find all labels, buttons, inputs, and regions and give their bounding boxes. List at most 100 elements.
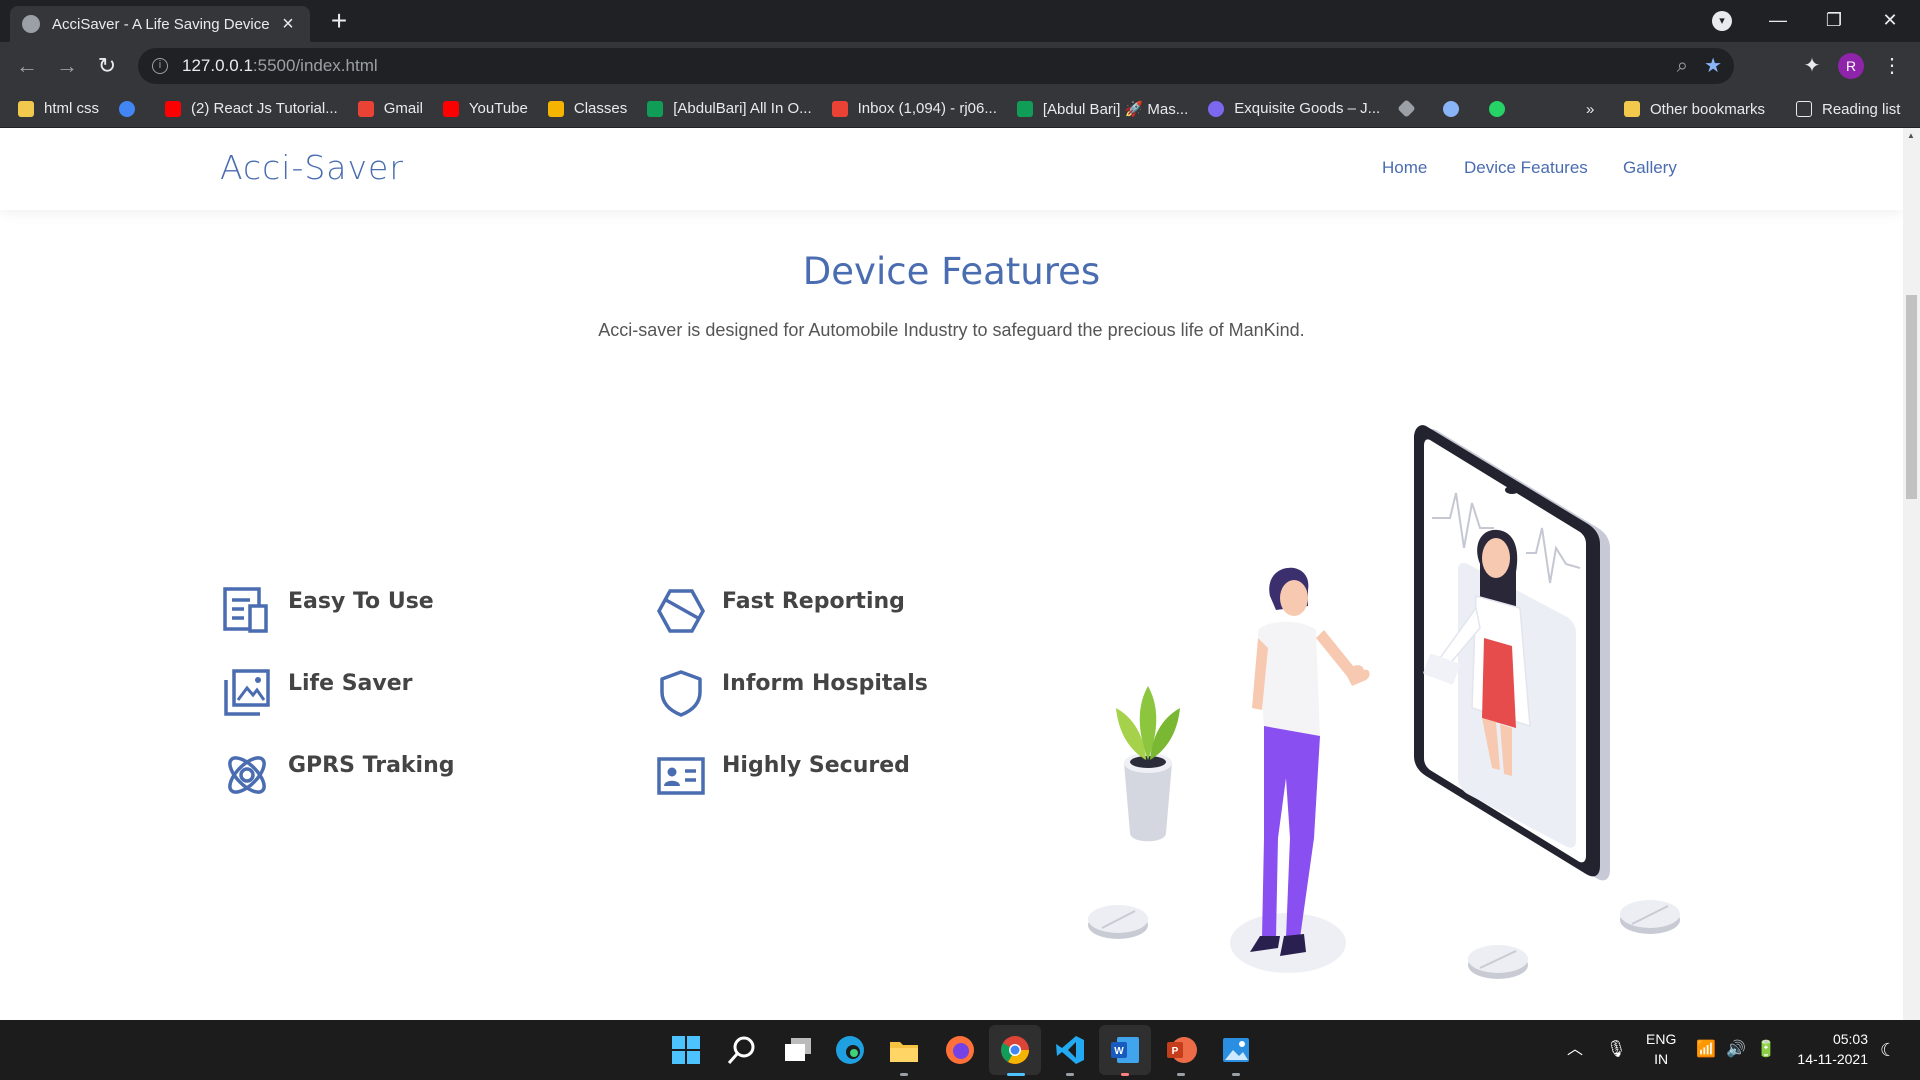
bookmark-item[interactable]: (2) React Js Tutorial... — [165, 100, 338, 117]
scroll-up-icon[interactable]: ▲ — [1907, 131, 1916, 140]
page-scrollbar[interactable]: ▲ — [1903, 128, 1920, 1020]
tray-overflow-icon[interactable]: ︿ — [1567, 1020, 1583, 1080]
bookmark-item[interactable] — [1397, 99, 1423, 118]
microphone-icon[interactable]: 🎙 — [1606, 1020, 1626, 1080]
feature-label: Highly Secured — [722, 753, 910, 778]
taskbar-running-dot — [1066, 1073, 1074, 1076]
language-indicator[interactable]: ENG IN — [1646, 1029, 1676, 1069]
bookmark-item[interactable] — [119, 100, 145, 117]
feature-highly-secured: Highly Secured — [656, 750, 910, 800]
drive-icon — [1016, 100, 1033, 117]
whatsapp-icon — [1489, 100, 1506, 117]
powerpoint-icon[interactable]: P — [1165, 1034, 1197, 1066]
other-bookmarks[interactable]: Other bookmarks — [1624, 90, 1765, 128]
bookmarks-bar: html css (2) React Js Tutorial... Gmail … — [0, 90, 1920, 128]
section-title: Device Features — [802, 250, 1101, 293]
extensions-icon[interactable]: ✦ — [1797, 51, 1827, 81]
battery-icon[interactable]: 🔋 — [1756, 1020, 1776, 1080]
bookmark-label: html css — [44, 100, 100, 117]
feature-easy-to-use: Easy To Use — [222, 586, 434, 636]
volume-icon[interactable]: 🔊 — [1726, 1020, 1746, 1080]
photos-icon[interactable] — [1220, 1034, 1252, 1066]
feature-label: Inform Hospitals — [722, 671, 928, 696]
scroll-thumb[interactable] — [1906, 295, 1917, 499]
bookmark-item[interactable] — [1443, 100, 1469, 117]
site-info-icon[interactable]: i — [152, 58, 168, 74]
document-icon — [223, 587, 268, 633]
taskbar-running-dot — [900, 1073, 908, 1076]
region-code: IN — [1654, 1051, 1669, 1067]
youtube-icon — [442, 100, 459, 117]
diamond-icon — [1397, 99, 1416, 118]
restore-icon[interactable]: ❐ — [1806, 0, 1862, 42]
back-icon[interactable]: ← — [12, 51, 42, 81]
bookmark-item[interactable]: [AbdulBari] All In O... — [647, 100, 812, 117]
reading-list[interactable]: Reading list — [1796, 90, 1900, 128]
nav-device-features[interactable]: Device Features — [1464, 158, 1588, 178]
bookmark-item[interactable] — [1489, 100, 1515, 117]
bookmark-label: Exquisite Goods – J... — [1234, 100, 1381, 117]
chrome-icon[interactable] — [999, 1034, 1031, 1066]
nav-gallery[interactable]: Gallery — [1623, 158, 1677, 178]
site-header: Acci-Saver Home Device Features Gallery — [0, 128, 1903, 210]
bookmark-star-icon[interactable]: ★ — [1704, 48, 1722, 84]
svg-text:W: W — [1114, 1046, 1124, 1057]
plant — [1116, 686, 1180, 842]
bookmark-item[interactable]: html css — [18, 100, 99, 117]
gmail-icon — [831, 100, 848, 117]
bookmark-item[interactable]: Classes — [547, 100, 627, 117]
feature-label: Easy To Use — [288, 589, 434, 614]
bookmark-label: (2) React Js Tutorial... — [191, 100, 338, 117]
edge-icon[interactable] — [834, 1034, 866, 1066]
zoom-icon[interactable]: ⌕ — [1677, 48, 1688, 84]
feature-inform-hospitals: Inform Hospitals — [656, 668, 928, 718]
search-icon[interactable] — [726, 1034, 758, 1066]
nav-home[interactable]: Home — [1382, 158, 1427, 178]
bookmark-item[interactable]: YouTube — [442, 100, 528, 117]
minimize-icon[interactable]: — — [1750, 0, 1806, 42]
wifi-icon[interactable]: 📶 — [1696, 1020, 1716, 1080]
folder-icon — [18, 100, 34, 117]
word-icon[interactable]: W — [1109, 1034, 1141, 1066]
reload-icon[interactable]: ↻ — [92, 51, 122, 81]
classroom-icon — [547, 100, 564, 117]
new-tab-button[interactable]: + — [324, 6, 354, 36]
browser-tab[interactable]: AcciSaver - A Life Saving Device × — [10, 6, 310, 42]
bookmark-label: Inbox (1,094) - rj06... — [857, 100, 997, 117]
man-figure — [1230, 567, 1370, 973]
gmail-icon — [357, 100, 374, 117]
images-icon — [224, 669, 270, 716]
windows-taskbar: W P ︿ 🎙 ENG IN 📶 🔊 🔋 05:03 14-11-2021 ☾ — [0, 1020, 1920, 1080]
windows-start-icon[interactable] — [670, 1034, 702, 1066]
feature-life-saver: Life Saver — [222, 668, 413, 718]
address-bar[interactable]: i 127.0.0.1:5500/index.html ⌕ ★ — [138, 48, 1734, 84]
close-tab-icon[interactable]: × — [278, 13, 298, 36]
section-subtitle: Acci-saver is designed for Automobile In… — [598, 320, 1305, 340]
menu-icon[interactable]: ⋮ — [1877, 51, 1907, 81]
firefox-icon[interactable] — [944, 1034, 976, 1066]
focus-assist-icon[interactable]: ☾ — [1880, 1020, 1896, 1080]
bookmark-item[interactable]: [Abdul Bari] 🚀 Mas... — [1016, 100, 1188, 118]
bookmark-item[interactable]: Inbox (1,094) - rj06... — [831, 100, 997, 117]
browser-toolbar: ← → ↻ i 127.0.0.1:5500/index.html ⌕ ★ ✦ … — [0, 42, 1920, 90]
tab-title: AcciSaver - A Life Saving Device — [52, 15, 270, 33]
close-window-icon[interactable]: ✕ — [1862, 0, 1918, 42]
page-viewport: Acci-Saver Home Device Features Gallery … — [0, 128, 1920, 1020]
tab-search-icon[interactable]: ▾ — [1712, 11, 1732, 31]
bookmark-item[interactable]: Exquisite Goods – J... — [1208, 100, 1380, 117]
task-view-icon[interactable] — [782, 1034, 814, 1066]
file-explorer-icon[interactable] — [888, 1034, 920, 1066]
feature-label: Life Saver — [288, 671, 413, 696]
vscode-icon[interactable] — [1054, 1034, 1086, 1066]
forward-icon[interactable]: → — [52, 51, 82, 81]
bookmark-label: YouTube — [468, 100, 528, 117]
site-logo[interactable]: Acci-Saver — [220, 148, 404, 187]
clock-date: 14-11-2021 — [1797, 1051, 1868, 1067]
more-bookmarks-button[interactable]: » — [1586, 90, 1594, 128]
bookmark-label: [AbdulBari] All In O... — [673, 100, 812, 117]
bookmark-item[interactable]: Gmail — [357, 100, 423, 117]
pill-right — [1620, 900, 1680, 934]
profile-avatar[interactable]: R — [1838, 53, 1864, 79]
clock[interactable]: 05:03 14-11-2021 — [1796, 1029, 1868, 1069]
feature-label: Fast Reporting — [722, 589, 905, 614]
